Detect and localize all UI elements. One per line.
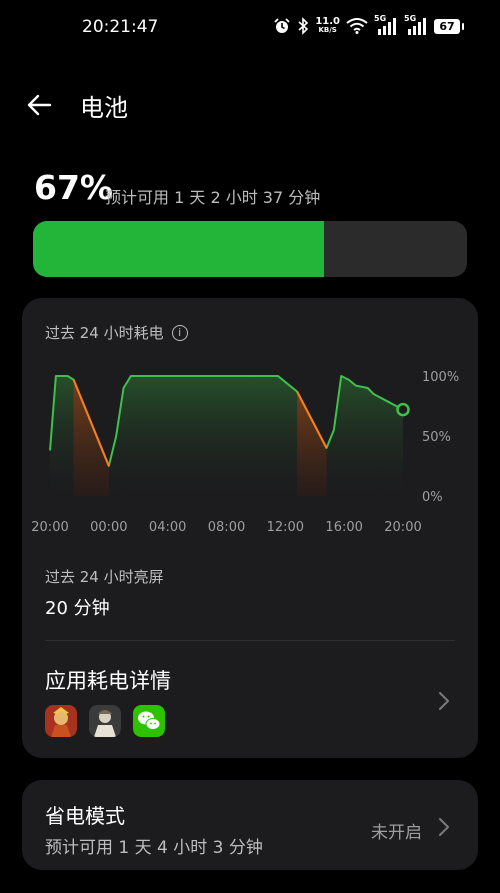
battery-percent: 67% [34,168,113,207]
network-speed: 11.0 KB/S [315,17,340,35]
chevron-right-icon [439,818,449,836]
status-time: 20:21:47 [82,17,159,37]
network-speed-value: 11.0 [315,16,340,27]
charging-area-1 [73,379,109,496]
battery-usage-chart: 100%50%0%20:00 00:00 04:00 08:00 12:00 16:00 2… [31,370,459,535]
power-saving-title: 省电模式 [45,804,125,828]
page-title: 电池 [80,94,128,122]
usage-card-title: 过去 24 小时耗电 [45,324,164,342]
power-saving-status: 未开启 [371,823,422,843]
battery-usage-card: 过去 24 小时耗电 i 100% 50% 0% 20:00 00:00 04:00 08:… [22,298,478,758]
power-saving-card[interactable]: 省电模式 预计可用 1 天 4 小时 3 分钟 未开启 [22,780,478,870]
power-saving-estimate: 预计可用 1 天 4 小时 3 分钟 [45,838,263,858]
x-tick-label: 16:00 [325,520,362,535]
back-arrow-icon[interactable] [24,90,54,120]
wechat-app-icon [133,705,165,737]
usage-card-title-row: 过去 24 小时耗电 i [45,322,188,343]
bluetooth-icon [298,17,309,35]
screen-on-label: 过去 24 小时亮屏 [45,568,164,586]
x-tick-label: 00:00 [90,520,127,535]
battery-level-fill [33,221,324,277]
current-level-marker [396,402,410,417]
app-icons [45,705,165,737]
x-tick-label: 12:00 [267,520,304,535]
status-icons: 11.0 KB/S 5G 5G 67 [273,14,464,35]
wifi-icon [346,18,368,34]
battery-status-icon: 67 [434,18,464,34]
signal-1-icon: 5G [374,14,398,35]
x-tick-label: 04:00 [149,520,186,535]
app-usage-title: 应用耗电详情 [45,669,171,693]
honor-of-kings-app-icon [45,705,77,737]
x-tick-label: 20:00 [31,520,68,535]
y-tick-label: 0% [422,490,443,505]
y-tick-label: 100% [422,370,459,385]
app-usage-details-row[interactable]: 应用耗电详情 [22,641,478,758]
charging-area-2 [297,391,327,496]
chevron-right-icon [439,692,449,710]
y-tick-label: 50% [422,430,451,445]
screen-on-value: 20 分钟 [45,598,110,619]
signal-2-icon: 5G [404,14,428,35]
peacekeeper-elite-app-icon [89,705,121,737]
battery-estimate: 预计可用 1 天 2 小时 37 分钟 [105,188,321,207]
x-tick-label: 08:00 [208,520,245,535]
battery-level-bar [33,221,467,277]
x-tick-label: 20:00 [384,520,421,535]
network-speed-unit: KB/S [318,26,337,34]
alarm-icon [274,18,290,33]
info-icon[interactable]: i [171,324,188,341]
page-header: 电池 [0,80,500,130]
status-bar: 20:21:47 11.0 KB/S 5G 5G 67 [0,0,500,56]
